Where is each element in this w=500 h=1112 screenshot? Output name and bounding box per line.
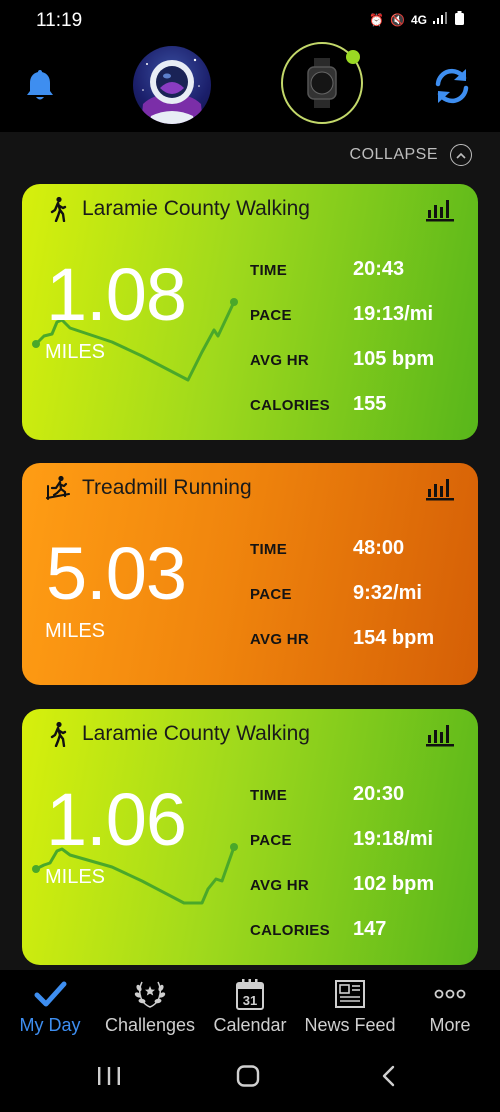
- stat-value: 155: [353, 393, 387, 415]
- nav-label: Challenges: [104, 1015, 196, 1035]
- nav-my-day[interactable]: My Day: [0, 970, 100, 1040]
- activity-card-walking-1[interactable]: Laramie County Walking 1.08 MILES TIME 2…: [22, 184, 478, 440]
- battery-icon: [455, 11, 464, 28]
- bar-chart-icon[interactable]: [426, 475, 454, 501]
- stat-label: CALORIES: [250, 922, 330, 939]
- bar-chart-icon[interactable]: [426, 196, 454, 222]
- card-title: Treadmill Running: [82, 476, 252, 499]
- sync-icon[interactable]: [430, 64, 474, 108]
- calendar-icon: 31: [236, 979, 264, 1010]
- stat-row: PACE 9:32/mi: [250, 566, 470, 611]
- stats-list: TIME 20:30 PACE 19:18/mi AVG HR 102 bpm …: [250, 767, 470, 947]
- bell-icon[interactable]: [24, 68, 56, 102]
- stat-value: 147: [353, 918, 387, 940]
- header: [0, 42, 500, 132]
- stat-row: TIME 20:30: [250, 767, 470, 812]
- stat-value: 20:43: [353, 258, 405, 280]
- distance-unit: MILES: [45, 620, 106, 642]
- stat-row: PACE 19:13/mi: [250, 287, 470, 332]
- stat-label: PACE: [250, 586, 292, 603]
- stat-label: TIME: [250, 541, 288, 558]
- nav-calendar[interactable]: 31 Calendar: [200, 970, 300, 1040]
- stat-row: CALORIES 147: [250, 902, 470, 947]
- nav-label: My Day: [19, 1015, 81, 1035]
- stat-value: 19:13/mi: [353, 303, 434, 325]
- stat-row: TIME 48:00: [250, 521, 470, 566]
- status-time: 11:19: [36, 10, 83, 31]
- android-system-nav: [0, 1040, 500, 1112]
- device-connected-dot: [346, 50, 360, 64]
- signal-icon: [433, 12, 449, 27]
- activity-card-walking-2[interactable]: Laramie County Walking 1.06 MILES TIME 2…: [22, 709, 478, 965]
- stat-value: 105 bpm: [353, 348, 435, 370]
- distance-unit: MILES: [45, 341, 106, 363]
- stat-value: 102 bpm: [353, 873, 435, 895]
- stat-row: CALORIES 155: [250, 377, 470, 422]
- stat-value: 19:18/mi: [353, 828, 434, 850]
- back-icon[interactable]: [378, 1065, 400, 1087]
- bar-chart-icon[interactable]: [426, 721, 454, 747]
- stat-label: AVG HR: [250, 877, 310, 894]
- stat-value: 9:32/mi: [353, 582, 422, 604]
- recent-apps-icon[interactable]: [96, 1065, 122, 1087]
- walking-icon: [50, 721, 67, 747]
- bottom-nav: My Day Challenges 31 Calendar News Feed …: [0, 970, 500, 1040]
- stat-label: AVG HR: [250, 352, 310, 369]
- treadmill-icon: [46, 475, 70, 500]
- stats-list: TIME 20:43 PACE 19:13/mi AVG HR 105 bpm …: [250, 242, 470, 422]
- stat-value: 154 bpm: [353, 627, 435, 649]
- distance-unit: MILES: [45, 866, 106, 888]
- stat-value: 48:00: [353, 537, 405, 559]
- alarm-icon: ⏰: [369, 12, 385, 27]
- stat-value: 20:30: [353, 783, 405, 805]
- nav-label: News Feed: [304, 1015, 396, 1035]
- calendar-icon-text: 31: [243, 993, 257, 1008]
- home-icon[interactable]: [235, 1065, 261, 1087]
- activity-card-treadmill[interactable]: Treadmill Running 5.03 MILES TIME 48:00 …: [22, 463, 478, 685]
- chevron-up-icon: [450, 144, 472, 166]
- stat-row: TIME 20:43: [250, 242, 470, 287]
- nav-more[interactable]: More: [400, 970, 500, 1040]
- status-icons: ⏰ 🔇 4G: [369, 11, 464, 28]
- mute-icon: 🔇: [390, 12, 405, 27]
- nav-label: More: [429, 1015, 471, 1035]
- nav-news-feed[interactable]: News Feed: [300, 970, 400, 1040]
- stat-label: TIME: [250, 787, 288, 804]
- stat-label: CALORIES: [250, 397, 330, 414]
- laurel-icon: [134, 981, 166, 1008]
- distance-value: 1.06: [46, 778, 187, 861]
- distance-value: 1.08: [46, 253, 187, 336]
- newspaper-icon: [335, 980, 365, 1008]
- more-icon: [434, 989, 466, 999]
- nav-challenges[interactable]: Challenges: [100, 970, 200, 1040]
- stats-list: TIME 48:00 PACE 9:32/mi AVG HR 154 bpm: [250, 521, 470, 656]
- card-title: Laramie County Walking: [82, 722, 310, 745]
- checkmark-icon: [34, 981, 67, 1007]
- collapse-button[interactable]: COLLAPSE: [350, 144, 472, 166]
- stat-row: AVG HR 154 bpm: [250, 611, 470, 656]
- stat-label: PACE: [250, 307, 292, 324]
- stat-row: AVG HR 105 bpm: [250, 332, 470, 377]
- stat-label: AVG HR: [250, 631, 310, 648]
- collapse-label: COLLAPSE: [349, 146, 438, 163]
- distance-value: 5.03: [46, 532, 187, 615]
- stat-label: PACE: [250, 832, 292, 849]
- card-title: Laramie County Walking: [82, 197, 310, 220]
- avatar[interactable]: [133, 46, 211, 124]
- stat-row: AVG HR 102 bpm: [250, 857, 470, 902]
- stat-row: PACE 19:18/mi: [250, 812, 470, 857]
- activity-feed[interactable]: COLLAPSE Laramie County Walking 1.08 MIL…: [0, 132, 500, 970]
- nav-label: Calendar: [213, 1015, 287, 1035]
- network-label: 4G: [410, 12, 427, 27]
- status-bar: 11:19 ⏰ 🔇 4G: [0, 0, 500, 42]
- stat-label: TIME: [250, 262, 288, 279]
- walking-icon: [50, 196, 67, 222]
